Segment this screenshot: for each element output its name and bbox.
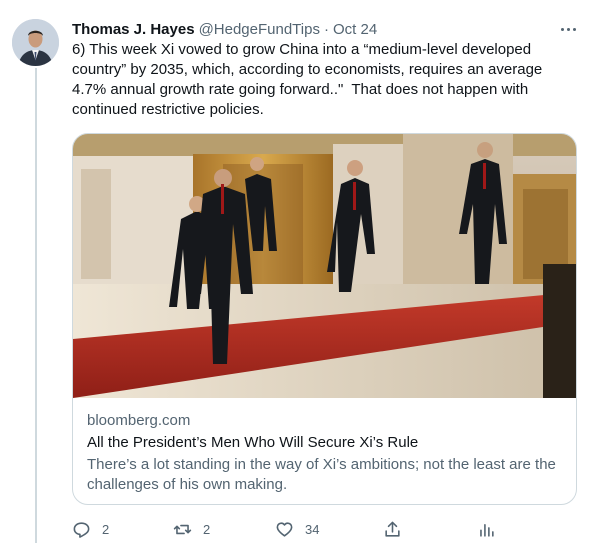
- card-domain: bloomberg.com: [87, 412, 191, 429]
- card-image[interactable]: [73, 134, 576, 398]
- reply-icon: [73, 521, 90, 538]
- retweet-count: 2: [203, 521, 211, 537]
- user-handle[interactable]: @HedgeFundTips: [199, 21, 320, 38]
- reply-count: 2: [102, 521, 110, 537]
- tweet-date[interactable]: Oct 24: [333, 21, 377, 38]
- more-options-icon[interactable]: [558, 20, 578, 38]
- retweet-icon: [173, 524, 192, 534]
- separator-dot: ·: [323, 20, 329, 38]
- thread-line: [35, 68, 37, 543]
- avatar-photo: [12, 19, 59, 66]
- card-description: There’s a lot standing in the way of Xi’…: [87, 456, 556, 493]
- analytics-icon: [480, 523, 494, 537]
- share-icon: [385, 521, 400, 537]
- tweet-header: Thomas J. Hayes @HedgeFundTips · Oct 24: [72, 19, 377, 39]
- retweet-button[interactable]: 2: [173, 517, 210, 541]
- avatar[interactable]: [12, 19, 59, 66]
- reply-button[interactable]: 2: [72, 517, 109, 541]
- like-button[interactable]: 34: [275, 517, 319, 541]
- tweet-text: 6) This week Xi vowed to grow China into…: [72, 41, 547, 118]
- heart-icon: [276, 521, 293, 537]
- display-name[interactable]: Thomas J. Hayes: [72, 21, 195, 38]
- card-title[interactable]: All the President’s Men Who Will Secure …: [87, 433, 567, 453]
- link-card[interactable]: bloomberg.com All the President’s Men Wh…: [72, 133, 577, 505]
- tweet-actions: 2 2 34: [72, 517, 502, 541]
- like-count: 34: [305, 521, 320, 537]
- share-button[interactable]: [383, 517, 402, 541]
- analytics-button[interactable]: [477, 517, 496, 541]
- card-meta: bloomberg.com All the President’s Men Wh…: [87, 411, 567, 495]
